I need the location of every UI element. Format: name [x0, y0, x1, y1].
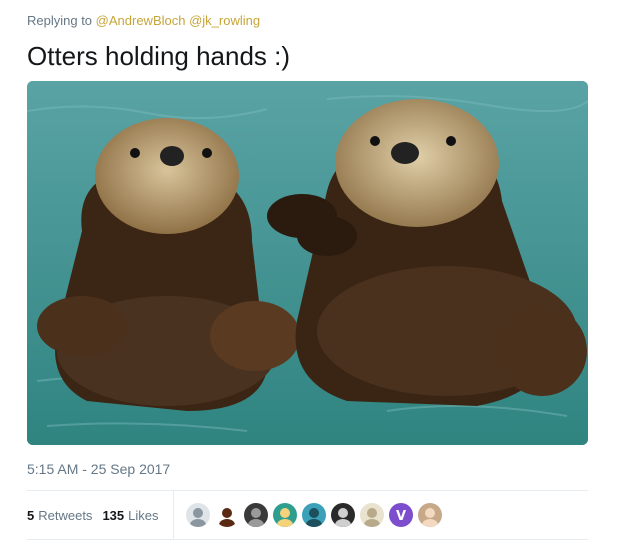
tweet-text: Otters holding hands :)	[27, 41, 291, 71]
liker-avatar-7[interactable]	[360, 503, 384, 527]
cartoon-icon	[277, 508, 293, 527]
bird-silhouette-icon	[219, 508, 235, 527]
letter-v-icon: V	[396, 509, 406, 524]
retweets-stat[interactable]: 5 Retweets	[27, 508, 92, 523]
divider-bottom	[27, 539, 588, 540]
liker-avatar-9[interactable]	[418, 503, 442, 527]
liker-avatar-2[interactable]	[215, 503, 239, 527]
liker-avatar-3[interactable]	[244, 503, 268, 527]
mention-andrewbloch[interactable]: @AndrewBloch	[96, 13, 186, 28]
likes-count: 135	[102, 507, 125, 523]
retweets-count: 5	[27, 507, 35, 523]
reply-prefix: Replying to	[27, 13, 93, 28]
likes-label: Likes	[128, 507, 159, 523]
retweets-label: Retweets	[38, 507, 93, 523]
portrait-dark-icon	[335, 508, 351, 527]
liker-avatars: V	[186, 503, 447, 527]
landscape-icon	[306, 508, 322, 527]
liker-avatar-8[interactable]: V	[389, 503, 413, 527]
dark-photo-icon	[248, 508, 264, 527]
liker-avatar-6[interactable]	[331, 503, 355, 527]
tweet-photo[interactable]	[27, 81, 588, 445]
portrait-light-icon	[364, 508, 380, 527]
portrait-blonde-icon	[422, 508, 438, 527]
reply-context: Replying to @AndrewBloch @jk_rowling	[27, 13, 260, 28]
liker-avatar-1[interactable]	[186, 503, 210, 527]
person-silhouette-icon	[190, 508, 206, 527]
liker-avatar-5[interactable]	[302, 503, 326, 527]
svg-text:V: V	[396, 509, 406, 524]
otters-photo-illustration	[27, 81, 588, 445]
tweet-stats: 5 Retweets 135 Likes	[27, 491, 159, 539]
stats-separator	[173, 491, 174, 539]
mention-jk-rowling[interactable]: @jk_rowling	[189, 13, 260, 28]
tweet-timestamp[interactable]: 5:15 AM - 25 Sep 2017	[27, 461, 170, 477]
likes-stat[interactable]: 135 Likes	[102, 508, 158, 523]
liker-avatar-4[interactable]	[273, 503, 297, 527]
